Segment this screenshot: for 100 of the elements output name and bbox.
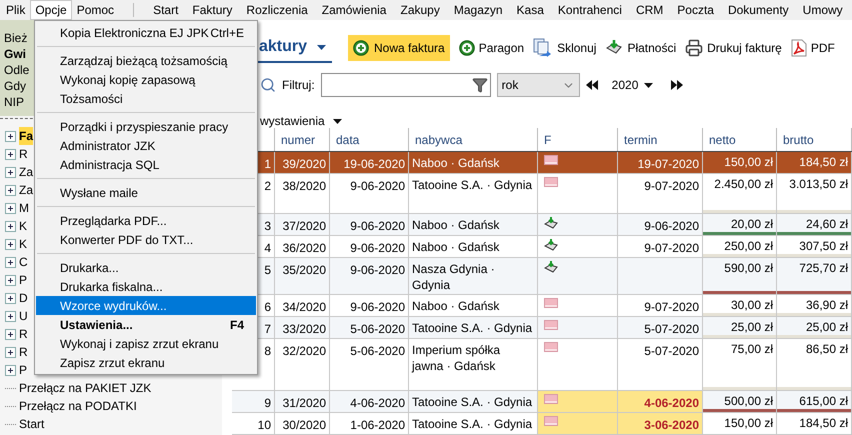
expand-icon[interactable] xyxy=(5,220,16,232)
menu-bar-item[interactable]: CRM xyxy=(630,0,668,20)
table-cell-text: 150,00 zł xyxy=(723,415,774,431)
expand-icon[interactable] xyxy=(5,166,16,178)
menu-bar-item[interactable]: Start xyxy=(148,0,184,20)
tree-item[interactable]: U xyxy=(19,307,28,325)
expand-icon[interactable] xyxy=(5,184,16,196)
toolbar-button[interactable]: PDF xyxy=(790,35,835,61)
column-header[interactable]: brutto xyxy=(777,128,852,151)
table-cell: 9-07-2020 xyxy=(644,300,699,314)
column-header[interactable]: netto xyxy=(703,128,777,151)
menu-bar-item[interactable]: Plik xyxy=(1,0,30,20)
tree-item[interactable]: Przełącz na PODATKI xyxy=(19,397,137,415)
menu-item[interactable]: Drukarka fiskalna... xyxy=(36,277,256,296)
table-cell: Nasza Gdynia · Gdynia xyxy=(409,258,538,294)
table-cell: 33/2020 xyxy=(275,317,330,338)
expand-icon[interactable] xyxy=(5,346,16,358)
menu-item[interactable]: Konwerter PDF do TXT... xyxy=(36,230,256,249)
tree-item[interactable]: Start xyxy=(19,415,44,433)
table-cell: 5-06-2020 xyxy=(330,317,409,338)
menu-item[interactable]: Wykonaj i zapisz zrzut ekranu xyxy=(36,334,256,353)
previous-icon[interactable] xyxy=(586,80,598,90)
tree-item[interactable]: Za xyxy=(19,181,34,199)
menu-item[interactable]: Wykonaj kopię zapasową xyxy=(36,70,256,89)
filter-field[interactable] xyxy=(320,73,491,97)
tree-item[interactable]: R xyxy=(19,343,28,361)
period-select[interactable]: rok xyxy=(496,73,580,97)
expand-icon[interactable] xyxy=(5,292,16,304)
column-header[interactable]: termin xyxy=(618,128,703,151)
sort-label[interactable]: wystawienia xyxy=(260,112,325,130)
tree-item[interactable]: C xyxy=(19,253,28,271)
menu-bar-item[interactable]: Faktury xyxy=(187,0,238,20)
tree-item[interactable]: D xyxy=(19,289,28,307)
toolbar-button[interactable]: Sklonuj xyxy=(533,35,596,61)
menu-item[interactable]: Administrator JZK xyxy=(36,136,256,155)
column-header[interactable]: F xyxy=(538,128,618,151)
menu-bar-item[interactable]: Rozliczenia xyxy=(241,0,313,20)
menu-item[interactable]: Wzorce wydruków... xyxy=(36,296,256,315)
table-cell-text: 184,50 zł xyxy=(798,154,849,170)
printer-icon xyxy=(685,39,704,57)
tree-item[interactable]: Za xyxy=(19,163,34,181)
toolbar-button[interactable]: Nowa faktura xyxy=(348,35,450,61)
tree-item[interactable]: R xyxy=(19,145,28,163)
table-cell-text: 3.013,50 zł xyxy=(788,176,849,192)
table-cell: 35/2020 xyxy=(275,258,330,294)
tree-item[interactable]: Przełącz na PAKIET JZK xyxy=(19,379,152,397)
tree-item[interactable]: K xyxy=(19,217,28,235)
menu-bar-item[interactable]: Zamówienia xyxy=(316,0,392,20)
filter-icon[interactable] xyxy=(472,77,488,93)
expand-icon[interactable] xyxy=(5,238,16,250)
tree-item[interactable]: M xyxy=(19,199,29,217)
menu-item[interactable]: Administracja SQL xyxy=(36,155,256,174)
next-icon[interactable] xyxy=(671,80,684,90)
tree-item[interactable]: P xyxy=(19,361,28,379)
table-cell: 9-06-2020 xyxy=(330,295,409,316)
menu-bar-item[interactable]: Zakupy xyxy=(395,0,445,20)
expand-icon[interactable] xyxy=(5,364,16,376)
menu-item[interactable]: Drukarka... xyxy=(36,258,256,277)
table-cell-text: 24,60 zł xyxy=(804,216,849,232)
caret-icon[interactable] xyxy=(644,82,654,88)
caret-icon[interactable] xyxy=(332,118,342,124)
company-info-text: Gdy xyxy=(4,78,26,94)
expand-icon[interactable] xyxy=(5,130,16,142)
table-cell: 37/2020 xyxy=(275,214,330,235)
menu-item[interactable]: Wysłane maile xyxy=(36,183,256,202)
menu-bar-item[interactable]: Magazyn xyxy=(448,0,508,20)
toolbar-button[interactable]: Płatności xyxy=(605,35,676,61)
expand-icon[interactable] xyxy=(5,202,16,214)
column-header[interactable]: data xyxy=(330,128,409,151)
menu-bar-item[interactable]: Opcje xyxy=(30,0,72,20)
expand-icon[interactable] xyxy=(5,148,16,160)
expand-icon[interactable] xyxy=(5,310,16,322)
menu-bar-item[interactable]: Pomoc xyxy=(72,0,120,20)
menu-bar-item[interactable]: Dokumenty xyxy=(722,0,794,20)
table-cell: 9-06-2020 xyxy=(330,258,409,294)
menu-item[interactable]: Zapisz zrzut ekranu xyxy=(36,353,256,372)
menu-bar-item[interactable]: Kasa xyxy=(512,0,549,20)
menu-bar-item[interactable]: Poczta xyxy=(672,0,719,20)
table-cell: 4-06-2020 xyxy=(644,396,699,410)
column-header[interactable]: numer xyxy=(275,128,330,151)
menu-item[interactable]: Tożsamości xyxy=(36,89,256,108)
tree-item[interactable]: K xyxy=(19,235,28,253)
table-cell: 38/2020 xyxy=(275,174,330,213)
table-cell-text: 10 xyxy=(258,417,271,434)
expand-icon[interactable] xyxy=(5,274,16,286)
table-cell-text: 150,00 zł xyxy=(723,154,774,170)
expand-icon[interactable] xyxy=(5,256,16,268)
menu-bar-item[interactable]: Kontrahenci xyxy=(552,0,627,20)
table-cell: Naboo · Gdańsk xyxy=(409,295,538,316)
menu-item[interactable]: Przeglądarka PDF... xyxy=(36,211,256,230)
toolbar-button[interactable]: Paragon xyxy=(458,35,524,61)
menu-bar-item[interactable]: Umowy xyxy=(798,0,848,20)
column-header[interactable]: nabywca xyxy=(409,128,538,151)
menu-item[interactable]: Porządki i przyspieszanie pracy xyxy=(36,117,256,136)
caret-icon xyxy=(317,44,326,50)
tree-item[interactable]: P xyxy=(19,271,28,289)
toolbar-button[interactable]: Drukuj fakturę xyxy=(685,35,782,61)
menu-item[interactable]: Ustawienia... F4 xyxy=(36,315,256,334)
expand-icon[interactable] xyxy=(5,328,16,340)
tree-item[interactable]: R xyxy=(19,325,28,343)
